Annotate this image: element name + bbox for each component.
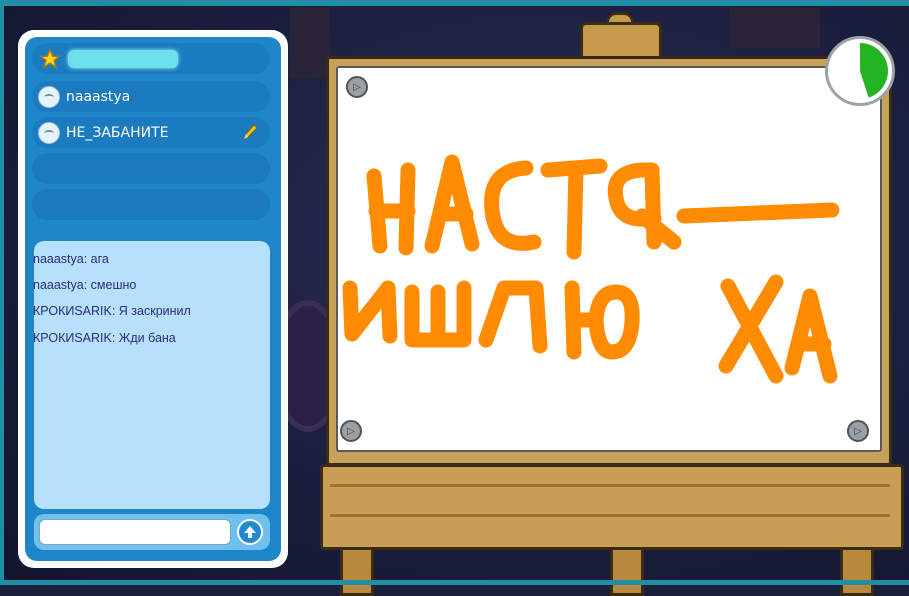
player-slot-naaastya[interactable]: naaastya: [32, 81, 270, 112]
arrow-up-icon: [244, 526, 256, 538]
player-slot-drawer[interactable]: НЕ_ЗАБАНИТЕ: [32, 117, 270, 148]
orange-scribble-drawing: [342, 154, 840, 384]
background-shelf: [730, 8, 820, 48]
chat-message: naaastya: ага: [33, 252, 109, 266]
star-icon: [38, 47, 62, 71]
canvas-pin-icon: ▷: [847, 420, 869, 442]
pencil-icon: [240, 122, 260, 142]
easel-tray: [320, 464, 904, 550]
player-name: НЕ_ЗАБАНИТЕ: [66, 124, 169, 141]
chat-input[interactable]: [39, 519, 231, 545]
player-slot-self[interactable]: [32, 43, 270, 74]
penguin-avatar-icon: [38, 85, 60, 108]
canvas-pin-icon: ▷: [340, 420, 362, 442]
chat-message: naaastya: смешно: [33, 278, 137, 292]
chat-message: КРОКИSARIK: Я заскринил: [33, 304, 191, 318]
empty-player-slot: [32, 153, 270, 184]
background-shelf: [290, 8, 330, 78]
round-timer: [825, 36, 895, 106]
tray-plank-line: [330, 484, 890, 487]
player-name: naaastya: [66, 88, 131, 105]
penguin-avatar-icon: [38, 121, 60, 144]
canvas-pin-icon: ▷: [346, 76, 368, 98]
window-bottom-border: [0, 580, 909, 585]
send-button[interactable]: [237, 519, 263, 545]
redacted-player-name: [68, 49, 178, 68]
empty-player-slot: [32, 189, 270, 220]
tray-plank-line: [330, 514, 890, 517]
chat-message: КРОКИSARIK: Жди бана: [33, 331, 176, 345]
